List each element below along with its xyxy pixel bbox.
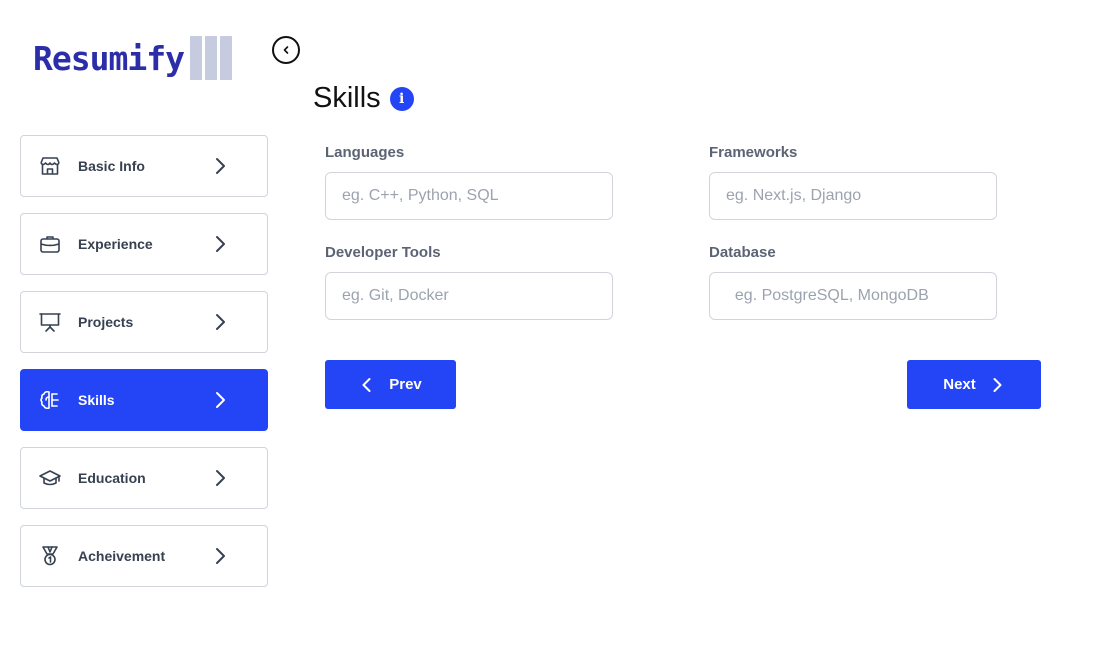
- developer-tools-field-group: Developer Tools: [325, 244, 613, 320]
- sidebar-item-basic-info[interactable]: Basic Info: [20, 135, 268, 197]
- sidebar-item-label: Basic Info: [78, 158, 145, 174]
- brain-icon: [37, 387, 63, 413]
- logo-mark: [189, 36, 232, 80]
- page-title: Skills: [313, 82, 381, 114]
- sidebar-item-label: Skills: [78, 392, 115, 408]
- chevron-right-icon: [216, 548, 225, 564]
- chevron-right-icon: [216, 392, 225, 408]
- page-header: Skills i: [313, 82, 414, 115]
- developer-tools-input[interactable]: [325, 272, 613, 320]
- sidebar-item-experience[interactable]: Experience: [20, 213, 268, 275]
- sidebar-item-education[interactable]: Education: [20, 447, 268, 509]
- prev-button[interactable]: Prev: [325, 360, 456, 409]
- sidebar-item-label: Acheivement: [78, 548, 166, 564]
- chevron-left-icon: [283, 46, 289, 54]
- chevron-right-icon: [216, 314, 225, 330]
- frameworks-input[interactable]: [709, 172, 997, 220]
- presentation-icon: [37, 309, 63, 335]
- chevron-right-icon: [993, 377, 1002, 392]
- next-button-label: Next: [943, 376, 976, 393]
- languages-field-group: Languages: [325, 144, 613, 220]
- database-field-group: Database: [709, 244, 997, 320]
- frameworks-label: Frameworks: [709, 144, 798, 161]
- sidebar-item-label: Education: [78, 470, 146, 486]
- database-label: Database: [709, 244, 776, 261]
- medal-icon: [37, 543, 63, 569]
- database-input[interactable]: [709, 272, 997, 320]
- sidebar-item-label: Experience: [78, 236, 153, 252]
- languages-label: Languages: [325, 144, 405, 161]
- briefcase-icon: [37, 231, 63, 257]
- languages-input[interactable]: [325, 172, 613, 220]
- collapse-sidebar-button[interactable]: [272, 36, 300, 64]
- chevron-right-icon: [216, 470, 225, 486]
- graduation-cap-icon: [37, 465, 63, 491]
- chevron-right-icon: [216, 158, 225, 174]
- chevron-right-icon: [216, 236, 225, 252]
- logo-text: Resumify: [33, 38, 185, 78]
- sidebar: Basic Info Experience Projects Skills Ed…: [20, 135, 268, 603]
- chevron-left-icon: [362, 377, 371, 392]
- developer-tools-label: Developer Tools: [325, 244, 441, 261]
- store-icon: [37, 153, 63, 179]
- sidebar-item-label: Projects: [78, 314, 134, 330]
- prev-button-label: Prev: [389, 376, 422, 393]
- app-logo[interactable]: Resumify: [33, 36, 232, 80]
- sidebar-item-acheivement[interactable]: Acheivement: [20, 525, 268, 587]
- sidebar-item-projects[interactable]: Projects: [20, 291, 268, 353]
- next-button[interactable]: Next: [907, 360, 1041, 409]
- frameworks-field-group: Frameworks: [709, 144, 997, 220]
- info-icon[interactable]: i: [389, 86, 414, 111]
- sidebar-item-skills[interactable]: Skills: [20, 369, 268, 431]
